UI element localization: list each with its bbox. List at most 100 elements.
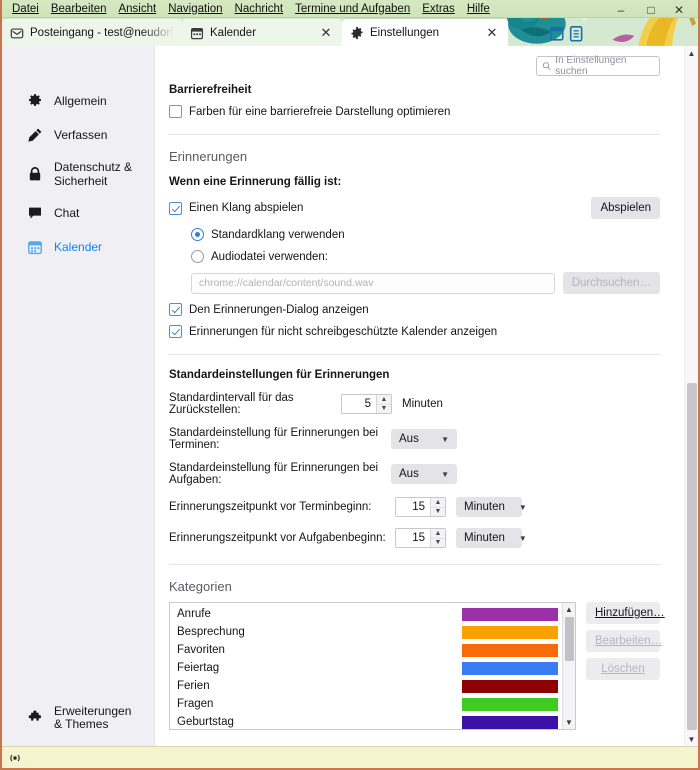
delete-category-button[interactable]: Löschen (586, 658, 660, 680)
optimize-colors-row[interactable]: Farben für eine barrierefreie Darstellun… (169, 105, 660, 118)
before-event-unit-dropdown[interactable]: Minuten ▼ (456, 497, 522, 517)
minimize-button[interactable]: – (608, 2, 634, 18)
before-event-increment-icon[interactable]: ▲ (431, 498, 445, 508)
menu-bearbeiten-label: Bearbeiten (51, 3, 107, 15)
menu-nachricht[interactable]: Nachricht (229, 0, 290, 18)
main-scrollbar[interactable]: ▲ ▼ (684, 46, 698, 746)
tasks-default-dropdown[interactable]: Aus ▼ (391, 464, 457, 484)
default-sound-radio[interactable] (191, 228, 204, 241)
tab-kalender[interactable]: Kalender ✕ (182, 19, 342, 46)
close-window-button[interactable]: ✕ (666, 2, 692, 18)
tab-posteingang[interactable]: Posteingang - test@neudorf-m (2, 19, 182, 46)
table-row[interactable]: Ferien (170, 677, 562, 695)
menu-navigation[interactable]: Navigation (162, 0, 228, 18)
audio-file-radio[interactable] (191, 250, 204, 263)
category-name: Besprechung (177, 626, 462, 638)
optimize-colors-checkbox[interactable] (169, 105, 182, 118)
before-event-row: Erinnerungszeitpunkt vor Terminbeginn: 1… (169, 497, 660, 517)
audio-file-row[interactable]: Audiodatei verwenden: (191, 250, 660, 263)
snooze-decrement-icon[interactable]: ▼ (377, 405, 391, 414)
before-task-value[interactable]: 15 (396, 529, 430, 547)
broadcast-icon[interactable] (8, 751, 22, 765)
edit-category-label: Bearbeiten… (595, 635, 662, 647)
events-default-dropdown[interactable]: Aus ▼ (391, 429, 457, 449)
sidebar-item-verfassen[interactable]: Verfassen (8, 119, 148, 151)
edit-category-button[interactable]: Bearbeiten… (586, 630, 660, 652)
menu-navigation-label: Navigation (168, 3, 222, 15)
snooze-value[interactable]: 5 (342, 395, 376, 413)
sidebar-item-datenschutz-sicherheit[interactable]: Datenschutz & Sicherheit (8, 153, 148, 195)
show-dialog-row[interactable]: Den Erinnerungen-Dialog anzeigen (169, 303, 660, 316)
before-task-unit-dropdown[interactable]: Minuten ▼ (456, 528, 522, 548)
settings-scroll-content: In Einstellungen suchen Barrierefreiheit… (155, 46, 684, 746)
menu-extras[interactable]: Extras (416, 0, 461, 18)
sidebar-item-chat[interactable]: Chat (8, 197, 148, 229)
audio-file-label: Audiodatei verwenden: (211, 251, 328, 263)
menu-datei[interactable]: Datei (6, 0, 45, 18)
play-sound-button[interactable]: Abspielen (591, 197, 660, 219)
show-writable-row[interactable]: Erinnerungen für nicht schreibgeschützte… (169, 325, 660, 338)
show-writable-checkbox[interactable] (169, 325, 182, 338)
sidebar-item-allgemein[interactable]: Allgemein (8, 85, 148, 117)
category-color-swatch (462, 626, 558, 639)
scroll-down-icon[interactable]: ▼ (688, 732, 696, 746)
before-event-decrement-icon[interactable]: ▼ (431, 508, 445, 517)
scroll-up-icon[interactable]: ▲ (688, 46, 696, 60)
scroll-up-icon[interactable]: ▲ (565, 603, 573, 616)
menu-bearbeiten[interactable]: Bearbeiten (45, 0, 113, 18)
gear-icon (26, 92, 44, 110)
puzzle-piece-icon (26, 709, 44, 727)
menu-datei-label: Datei (12, 3, 39, 15)
menu-hilfe[interactable]: Hilfe (461, 0, 496, 18)
categories-heading: Kategorien (169, 579, 660, 594)
table-row[interactable]: Feiertag (170, 659, 562, 677)
menu-ansicht[interactable]: Ansicht (112, 0, 162, 18)
table-row[interactable]: Anrufe (170, 605, 562, 623)
category-color-swatch (462, 608, 558, 621)
chevron-down-icon: ▼ (441, 470, 449, 479)
browse-button[interactable]: Durchsuchen… (563, 272, 660, 294)
status-bar (2, 746, 698, 768)
before-task-decrement-icon[interactable]: ▼ (431, 539, 445, 548)
add-category-button[interactable]: Hinzufügen… (586, 602, 660, 624)
tab-kalender-close-icon[interactable]: ✕ (318, 25, 334, 41)
categories-list[interactable]: Anrufe Besprechung Favoriten (169, 602, 576, 730)
categories-rows: Anrufe Besprechung Favoriten (170, 603, 562, 729)
scroll-down-icon[interactable]: ▼ (565, 716, 573, 729)
snooze-stepper[interactable]: 5 ▲ ▼ (341, 394, 392, 414)
sidebar-item-kalender[interactable]: Kalender (8, 231, 148, 263)
chevron-down-icon: ▼ (519, 534, 527, 543)
table-row[interactable]: Fragen (170, 695, 562, 713)
play-sound-checkbox[interactable] (169, 202, 182, 215)
search-input[interactable]: In Einstellungen suchen (536, 56, 660, 76)
table-row[interactable]: Besprechung (170, 623, 562, 641)
menu-termine-und-aufgaben[interactable]: Termine und Aufgaben (289, 0, 416, 18)
tab-einstellungen-close-icon[interactable]: ✕ (484, 25, 500, 41)
sound-file-input[interactable]: chrome://calendar/content/sound.wav (191, 273, 555, 294)
table-row[interactable]: Geburtstag (170, 713, 562, 730)
sidebar-item-erweiterungen-themes[interactable]: Erweiterungen & Themes (8, 698, 148, 745)
main-scroll-track[interactable] (685, 60, 698, 732)
category-name: Feiertag (177, 662, 462, 674)
default-sound-row[interactable]: Standardklang verwenden (191, 228, 660, 241)
categories-scrollbar[interactable]: ▲ ▼ (562, 603, 575, 729)
before-event-stepper[interactable]: 15 ▲ ▼ (395, 497, 446, 517)
thunderbird-window: Datei Bearbeiten Ansicht Navigation Nach… (0, 0, 700, 770)
main-scroll-thumb[interactable] (687, 383, 697, 730)
table-row[interactable]: Favoriten (170, 641, 562, 659)
events-default-value: Aus (399, 433, 419, 445)
before-event-value[interactable]: 15 (396, 498, 430, 516)
divider-reminders (169, 354, 660, 355)
category-color-swatch (462, 716, 558, 729)
before-task-stepper[interactable]: 15 ▲ ▼ (395, 528, 446, 548)
tab-einstellungen[interactable]: Einstellungen ✕ (342, 19, 508, 46)
before-task-increment-icon[interactable]: ▲ (431, 529, 445, 539)
snooze-increment-icon[interactable]: ▲ (377, 395, 391, 405)
maximize-button[interactable]: □ (638, 2, 664, 18)
show-dialog-checkbox[interactable] (169, 303, 182, 316)
categories-scroll-thumb[interactable] (565, 617, 574, 661)
add-category-label: Hinzufügen… (595, 607, 665, 619)
pencil-icon (26, 126, 44, 144)
chat-bubble-icon (26, 204, 44, 222)
default-sound-label: Standardklang verwenden (211, 229, 345, 241)
